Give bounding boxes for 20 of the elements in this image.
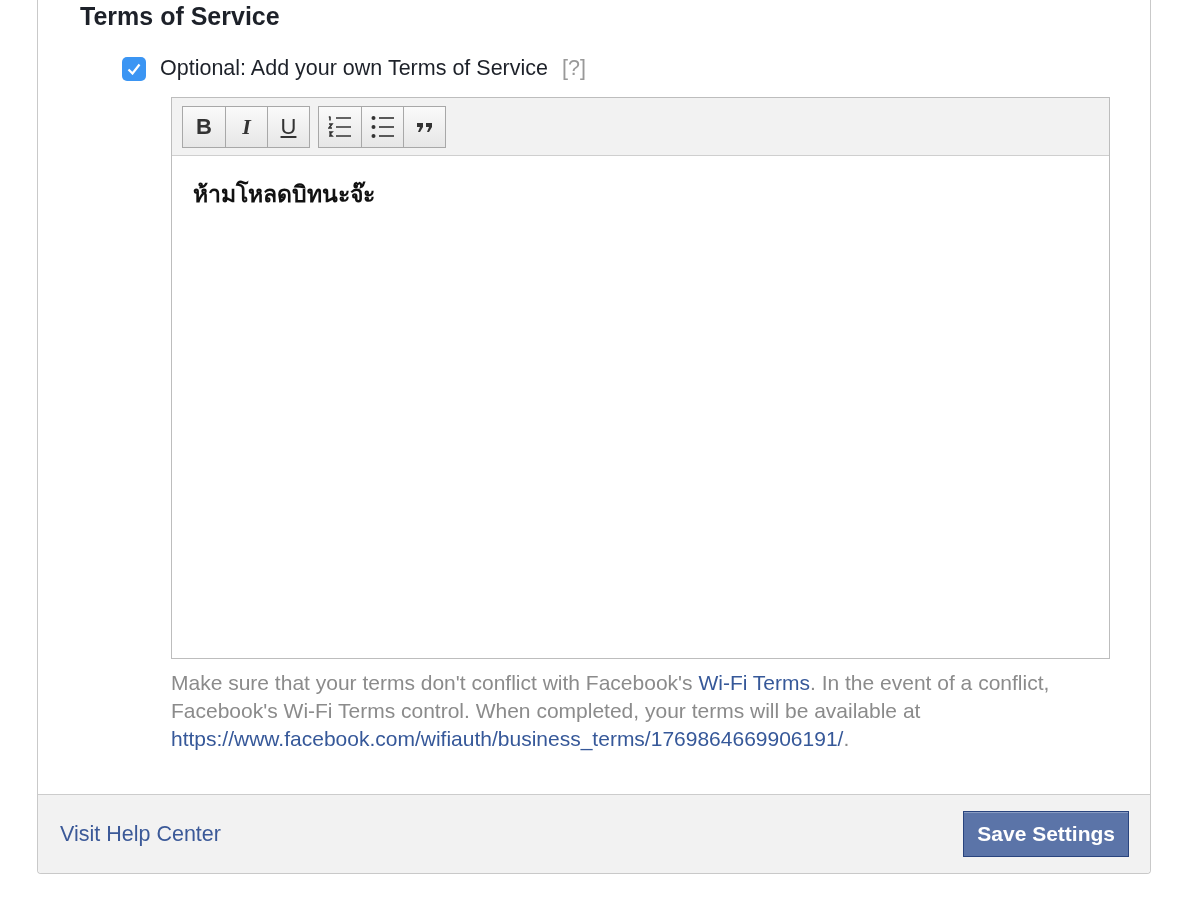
- check-icon: [127, 62, 141, 75]
- underline-button[interactable]: U: [267, 106, 309, 147]
- section-title: Terms of Service: [80, 1, 281, 31]
- save-settings-button[interactable]: Save Settings: [963, 811, 1129, 857]
- editor-text: ห้ามโหลดบิทนะจ๊ะ: [192, 179, 376, 209]
- help-center-link[interactable]: Visit Help Center: [60, 821, 221, 847]
- terms-link[interactable]: Wi-Fi Terms: [698, 671, 810, 694]
- checkbox-label[interactable]: Optional: Add your own Terms of Service: [160, 56, 548, 81]
- quote-button[interactable]: [403, 106, 445, 147]
- terms-link[interactable]: https://www.facebook.com/wifiauth/business_terms/1769864669906191/: [171, 727, 844, 750]
- text-editor[interactable]: B I U ห้ามโหลดบิทนะจ๊ะ: [171, 97, 1110, 659]
- bold-button[interactable]: B: [183, 106, 225, 147]
- italic-button[interactable]: I: [225, 106, 267, 147]
- numbered-list-icon: [328, 113, 352, 140]
- numbered-list-button[interactable]: [319, 106, 361, 147]
- bulleted-list-button[interactable]: [361, 106, 403, 147]
- quote-icon: [415, 121, 434, 132]
- help-text: Make sure that your terms don't conflict with Facebook's Wi-Fi Terms. In the event of a conflict, Facebook's Wi-Fi Terms control. When completed, your terms will be available at https://www.facebook.com/wifiauth/business_terms/1769864669906191/.: [171, 670, 1051, 753]
- bulleted-list-icon: [370, 114, 395, 139]
- checkbox[interactable]: [122, 56, 146, 81]
